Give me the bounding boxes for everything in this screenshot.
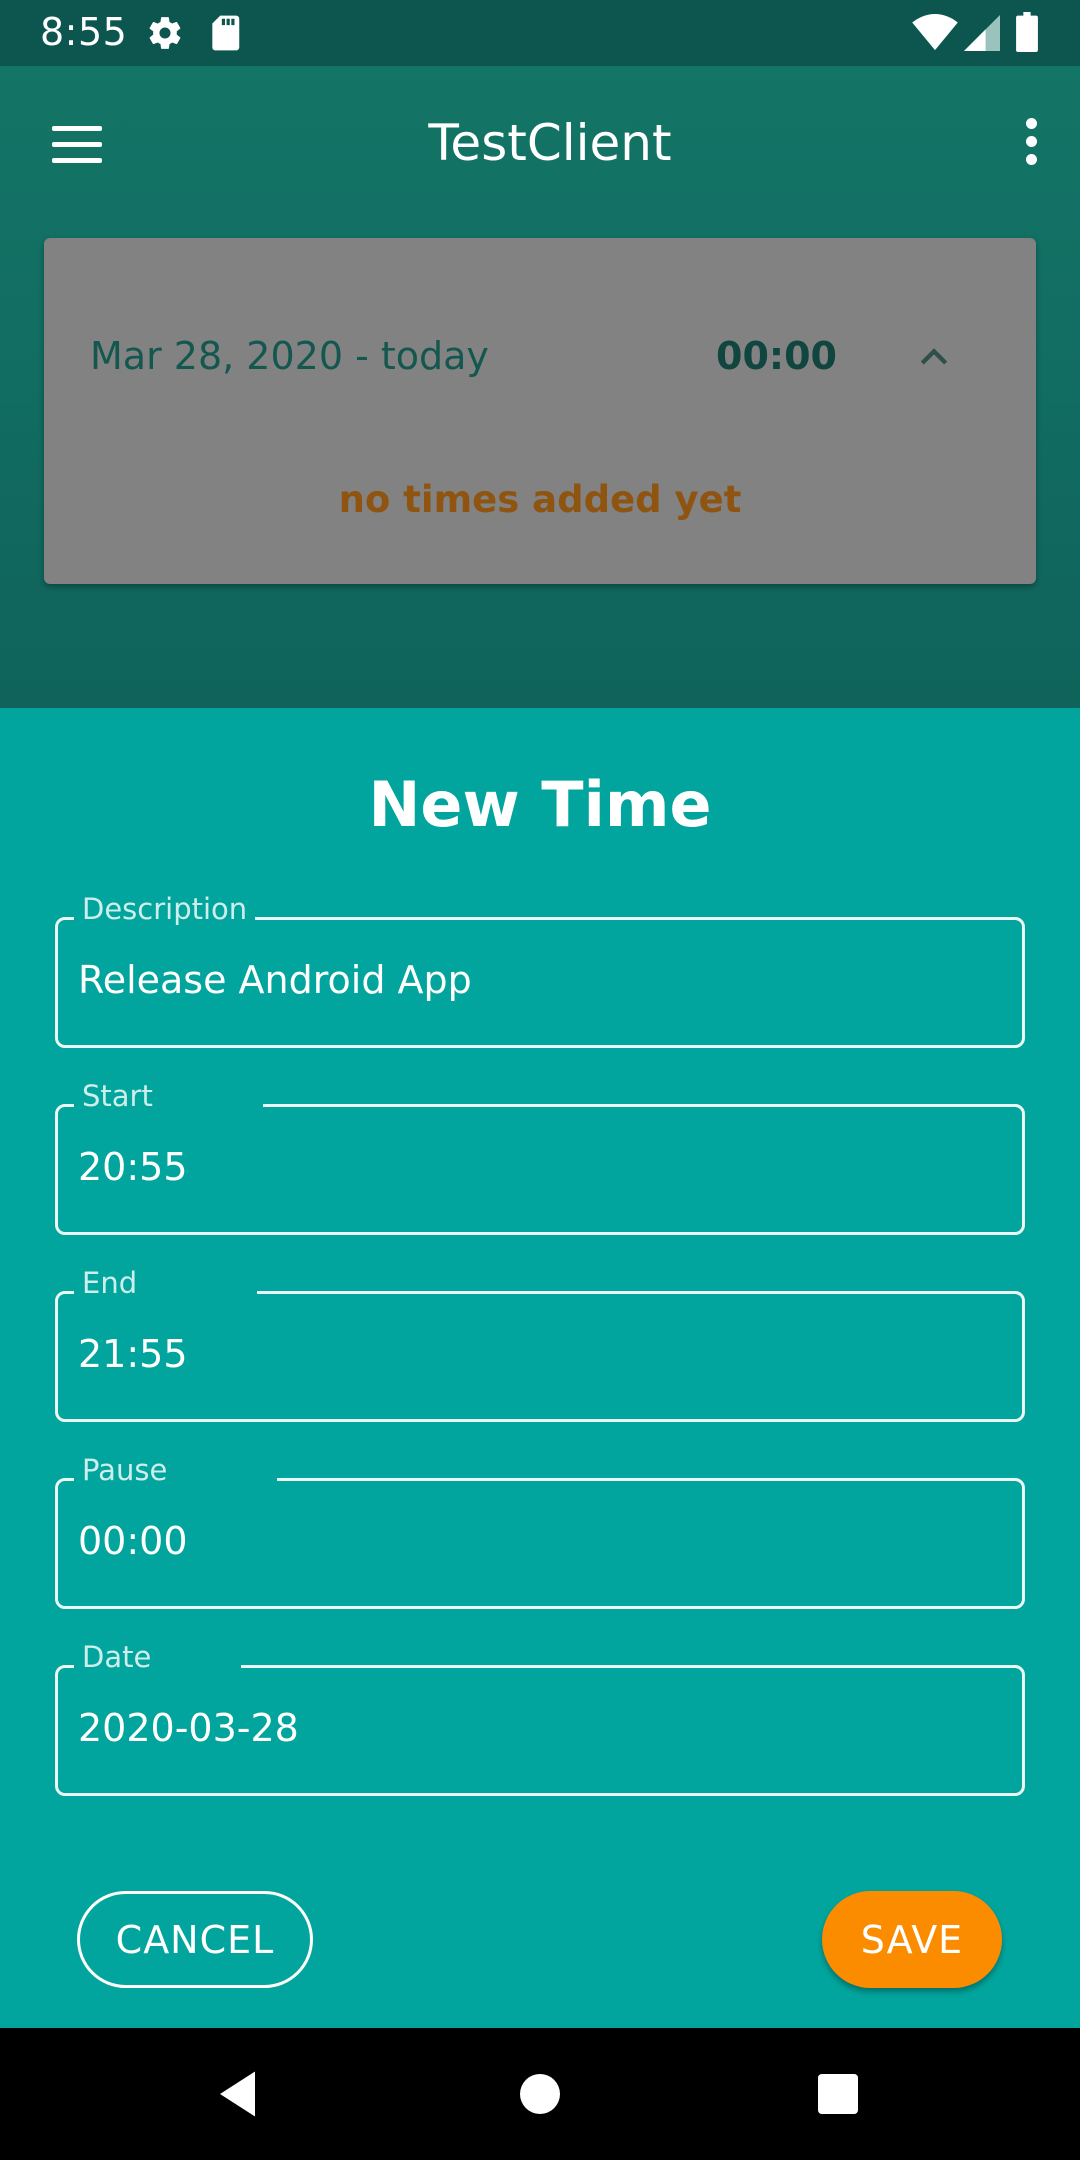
chevron-up-icon[interactable] (914, 338, 954, 378)
summary-card[interactable]: Mar 28, 2020 - today 00:00 no times adde… (44, 238, 1036, 584)
save-button[interactable]: SAVE (822, 1891, 1002, 1988)
app-background: TestClient Mar 28, 2020 - today 00:00 no… (0, 66, 1080, 708)
start-field[interactable]: Start (55, 1079, 1025, 1235)
sheet-title: New Time (368, 768, 712, 841)
sd-card-icon (208, 14, 242, 56)
description-input[interactable] (78, 958, 998, 1002)
field-label: Description (74, 892, 256, 926)
recents-icon[interactable] (808, 2064, 868, 2124)
wifi-icon (912, 14, 958, 56)
date-input[interactable] (78, 1706, 998, 1750)
pause-input[interactable] (78, 1519, 998, 1563)
status-bar: 8:55 (0, 0, 1080, 66)
end-field[interactable]: End (55, 1266, 1025, 1422)
app-bar: TestClient (0, 66, 1080, 220)
end-input[interactable] (78, 1332, 998, 1376)
description-field[interactable]: Description (55, 892, 1025, 1048)
date-range: Mar 28, 2020 - today (90, 334, 489, 378)
app-title: TestClient (428, 114, 672, 172)
empty-message: no times added yet (338, 478, 742, 521)
status-time: 8:55 (40, 10, 128, 54)
field-label: Date (74, 1640, 242, 1674)
pause-field[interactable]: Pause (55, 1453, 1025, 1609)
field-label: Start (74, 1079, 263, 1113)
home-icon[interactable] (510, 2064, 570, 2124)
settings-icon (146, 14, 184, 56)
field-label: Pause (74, 1453, 278, 1487)
start-input[interactable] (78, 1145, 998, 1189)
back-icon[interactable] (210, 2064, 270, 2124)
navigation-bar (0, 2028, 1080, 2160)
field-label: End (74, 1266, 258, 1300)
date-field[interactable]: Date (55, 1640, 1025, 1796)
new-time-sheet: New Time Description Start End Pause Dat… (0, 708, 1080, 2028)
more-vert-icon[interactable] (1026, 118, 1038, 168)
cancel-button[interactable]: CANCEL (77, 1891, 313, 1988)
signal-icon (964, 14, 1000, 56)
battery-icon (1016, 12, 1038, 56)
total-time: 00:00 (716, 334, 837, 378)
